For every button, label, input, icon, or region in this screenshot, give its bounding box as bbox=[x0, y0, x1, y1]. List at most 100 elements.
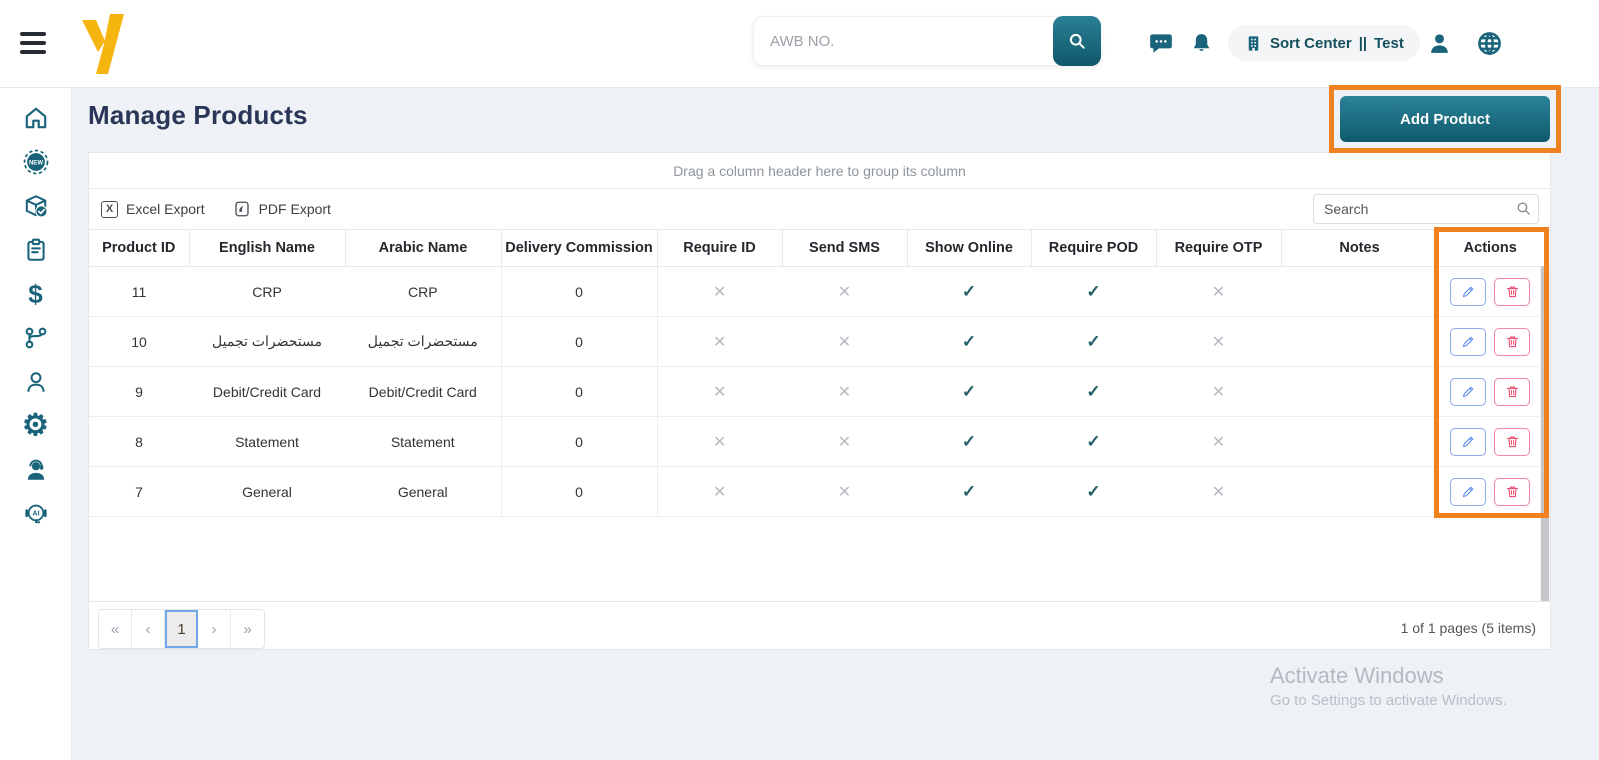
edit-button[interactable] bbox=[1450, 278, 1486, 306]
awb-search-button[interactable] bbox=[1053, 16, 1101, 66]
sidebar-item-new-orders[interactable]: NEW bbox=[14, 140, 58, 184]
delete-button[interactable] bbox=[1494, 328, 1530, 356]
awb-search-input[interactable] bbox=[754, 17, 1053, 65]
cell-arabic-name: General bbox=[345, 467, 501, 517]
delete-button[interactable] bbox=[1494, 278, 1530, 306]
prev-page-button[interactable]: ‹ bbox=[132, 610, 165, 648]
cross-icon: ✕ bbox=[1212, 484, 1225, 501]
cell-require-otp: ✕ bbox=[1156, 367, 1281, 417]
col-header-require-pod[interactable]: Require POD bbox=[1031, 230, 1156, 267]
cell-actions bbox=[1438, 417, 1542, 467]
grid-row: 8StatementStatement0✕✕✓✓✕ bbox=[89, 417, 1542, 467]
check-icon: ✓ bbox=[962, 482, 976, 501]
cross-icon: ✕ bbox=[838, 434, 851, 451]
cell-actions bbox=[1438, 367, 1542, 417]
cross-icon: ✕ bbox=[713, 284, 726, 301]
branch-selector[interactable]: Sort Center || Test bbox=[1228, 25, 1420, 61]
col-header-delivery-commission[interactable]: Delivery Commission bbox=[501, 230, 657, 267]
bell-icon[interactable] bbox=[1186, 28, 1216, 58]
cell-delivery-commission: 0 bbox=[501, 267, 657, 317]
col-header-english-name[interactable]: English Name bbox=[189, 230, 345, 267]
cell-require-otp: ✕ bbox=[1156, 267, 1281, 317]
pencil-icon bbox=[1461, 334, 1476, 349]
next-page-button[interactable]: › bbox=[198, 610, 231, 648]
col-header-notes[interactable]: Notes bbox=[1281, 230, 1438, 267]
col-header-require-id[interactable]: Require ID bbox=[657, 230, 782, 267]
search-icon bbox=[1515, 200, 1532, 217]
edit-button[interactable] bbox=[1450, 478, 1486, 506]
globe-icon[interactable] bbox=[1474, 28, 1504, 58]
pencil-icon bbox=[1461, 284, 1476, 299]
grid-toolbar: X Excel Export PDF Export bbox=[89, 189, 1550, 229]
products-grid-card: Drag a column header here to group its c… bbox=[88, 152, 1551, 650]
vertical-scrollbar bbox=[1540, 266, 1550, 649]
cell-require-pod: ✓ bbox=[1031, 467, 1156, 517]
pdf-export-button[interactable]: PDF Export bbox=[233, 200, 331, 218]
excel-export-button[interactable]: X Excel Export bbox=[101, 201, 205, 218]
cross-icon: ✕ bbox=[838, 334, 851, 351]
delete-button[interactable] bbox=[1494, 378, 1530, 406]
brand-logo[interactable] bbox=[72, 8, 132, 80]
col-header-require-otp[interactable]: Require OTP bbox=[1156, 230, 1281, 267]
cell-actions bbox=[1438, 267, 1542, 317]
col-header-send-sms[interactable]: Send SMS bbox=[782, 230, 907, 267]
col-header-show-online[interactable]: Show Online bbox=[907, 230, 1031, 267]
cell-send-sms: ✕ bbox=[782, 417, 907, 467]
sidebar-item-branch[interactable] bbox=[14, 316, 58, 360]
cell-send-sms: ✕ bbox=[782, 317, 907, 367]
check-icon: ✓ bbox=[962, 432, 976, 451]
cell-require-pod: ✓ bbox=[1031, 267, 1156, 317]
sidebar-item-ai-support[interactable]: AI bbox=[14, 492, 58, 536]
chat-icon[interactable] bbox=[1146, 28, 1176, 58]
sidebar-item-dollar[interactable]: $ bbox=[14, 272, 58, 316]
cell-arabic-name: CRP bbox=[345, 267, 501, 317]
user-icon[interactable] bbox=[1424, 28, 1454, 58]
grid-row: 7GeneralGeneral0✕✕✓✓✕ bbox=[89, 467, 1542, 517]
pdf-icon bbox=[233, 200, 251, 218]
cell-english-name: مستحضرات تجميل bbox=[189, 317, 345, 367]
sidebar-item-home[interactable] bbox=[14, 96, 58, 140]
branch-name: Sort Center bbox=[1270, 35, 1352, 52]
sidebar-item-package-check[interactable] bbox=[14, 184, 58, 228]
edit-button[interactable] bbox=[1450, 328, 1486, 356]
pencil-icon bbox=[1461, 384, 1476, 399]
home-icon bbox=[23, 105, 49, 131]
grid-row: 11CRPCRP0✕✕✓✓✕ bbox=[89, 267, 1542, 317]
cell-send-sms: ✕ bbox=[782, 367, 907, 417]
sidebar-item-support-agent[interactable] bbox=[14, 448, 58, 492]
delete-button[interactable] bbox=[1494, 428, 1530, 456]
edit-button[interactable] bbox=[1450, 428, 1486, 456]
first-page-button[interactable]: « bbox=[99, 610, 132, 648]
cross-icon: ✕ bbox=[1212, 334, 1225, 351]
cell-product-id: 11 bbox=[89, 267, 189, 317]
grid-row: 10مستحضرات تجميلمستحضرات تجميل0✕✕✓✓✕ bbox=[89, 317, 1542, 367]
sidebar-item-user-outline[interactable] bbox=[14, 360, 58, 404]
sidebar-item-clipboard[interactable] bbox=[14, 228, 58, 272]
delete-button[interactable] bbox=[1494, 478, 1530, 506]
sidebar-item-settings-gear[interactable]: ⚙ bbox=[14, 404, 58, 448]
page-number-button[interactable]: 1 bbox=[165, 610, 198, 648]
cell-require-otp: ✕ bbox=[1156, 417, 1281, 467]
col-header-product-id[interactable]: Product ID bbox=[89, 230, 189, 267]
last-page-button[interactable]: » bbox=[231, 610, 264, 648]
cell-english-name: General bbox=[189, 467, 345, 517]
check-icon: ✓ bbox=[1086, 382, 1100, 401]
cell-require-id: ✕ bbox=[657, 367, 782, 417]
col-header-arabic-name[interactable]: Arabic Name bbox=[345, 230, 501, 267]
settings-gear-icon: ⚙ bbox=[23, 413, 49, 439]
sidebar-nav: NEW $ ⚙ AI bbox=[0, 88, 72, 760]
grid-search-input[interactable] bbox=[1313, 194, 1539, 224]
scrollbar-thumb[interactable] bbox=[1541, 266, 1549, 649]
package-check-icon bbox=[23, 193, 49, 219]
cell-send-sms: ✕ bbox=[782, 467, 907, 517]
grid-search-box bbox=[1313, 194, 1539, 224]
activate-windows-watermark: Activate Windows Go to Settings to activ… bbox=[1270, 663, 1507, 709]
check-icon: ✓ bbox=[962, 332, 976, 351]
awb-search-group bbox=[753, 16, 1101, 66]
cell-notes bbox=[1281, 367, 1438, 417]
cell-show-online: ✓ bbox=[907, 267, 1031, 317]
edit-button[interactable] bbox=[1450, 378, 1486, 406]
hamburger-menu-icon[interactable] bbox=[20, 32, 46, 54]
add-product-button[interactable]: Add Product bbox=[1340, 96, 1550, 142]
grid-row: 9Debit/Credit CardDebit/Credit Card0✕✕✓✓… bbox=[89, 367, 1542, 417]
